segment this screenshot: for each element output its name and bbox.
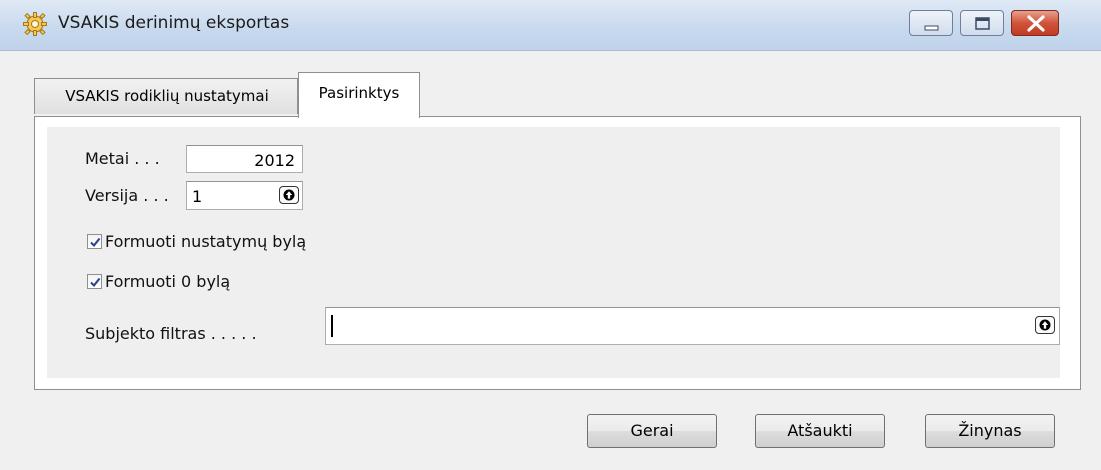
subject-filter-lookup-button[interactable] <box>1035 316 1055 334</box>
tab-label: Pasirinktys <box>318 84 400 102</box>
text-caret <box>331 315 333 337</box>
version-value: 1 <box>192 187 203 206</box>
cancel-button[interactable]: Atšaukti <box>755 414 885 448</box>
tab-options[interactable]: Pasirinktys <box>298 72 420 118</box>
close-button[interactable] <box>1011 10 1059 36</box>
tab-indicator-settings[interactable]: VSAKIS rodiklių nustatymai <box>34 78 298 114</box>
window-title: VSAKIS derinimų eksportas <box>58 13 290 33</box>
close-icon <box>1027 15 1045 32</box>
zero-file-label: Formuoti 0 bylą <box>105 272 231 291</box>
maximize-button[interactable] <box>960 10 1004 36</box>
checkmark-icon <box>90 237 101 248</box>
tab-panel: Metai . . . 2012 Versija . . . 1 Formuot… <box>34 116 1081 390</box>
year-value: 2012 <box>254 151 295 170</box>
version-label: Versija . . . <box>85 186 169 205</box>
version-lookup-button[interactable] <box>279 186 299 204</box>
settings-file-checkbox[interactable] <box>87 234 102 249</box>
year-field[interactable]: 2012 <box>186 145 303 173</box>
arrow-up-icon <box>1039 319 1051 331</box>
minimize-button[interactable] <box>909 10 953 36</box>
checkmark-icon <box>90 277 101 288</box>
year-label: Metai . . . <box>85 149 160 168</box>
ok-button[interactable]: Gerai <box>587 414 717 448</box>
title-bar[interactable]: VSAKIS derinimų eksportas <box>0 0 1101 51</box>
subject-filter-input[interactable] <box>325 307 1060 345</box>
arrow-up-icon <box>283 189 295 201</box>
gear-icon <box>23 12 47 36</box>
version-field[interactable]: 1 <box>186 181 303 210</box>
options-group: Metai . . . 2012 Versija . . . 1 Formuot… <box>47 127 1060 378</box>
settings-file-label: Formuoti nustatymų bylą <box>105 232 307 251</box>
subject-filter-label: Subjekto filtras . . . . . <box>85 324 257 343</box>
help-button[interactable]: Žinynas <box>925 414 1055 448</box>
tab-label: VSAKIS rodiklių nustatymai <box>65 87 269 105</box>
zero-file-checkbox[interactable] <box>87 274 102 289</box>
dialog-window: VSAKIS derinimų eksportas VSAKIS rodikli… <box>0 0 1101 470</box>
maximize-icon <box>975 17 990 30</box>
minimize-icon <box>924 25 939 31</box>
